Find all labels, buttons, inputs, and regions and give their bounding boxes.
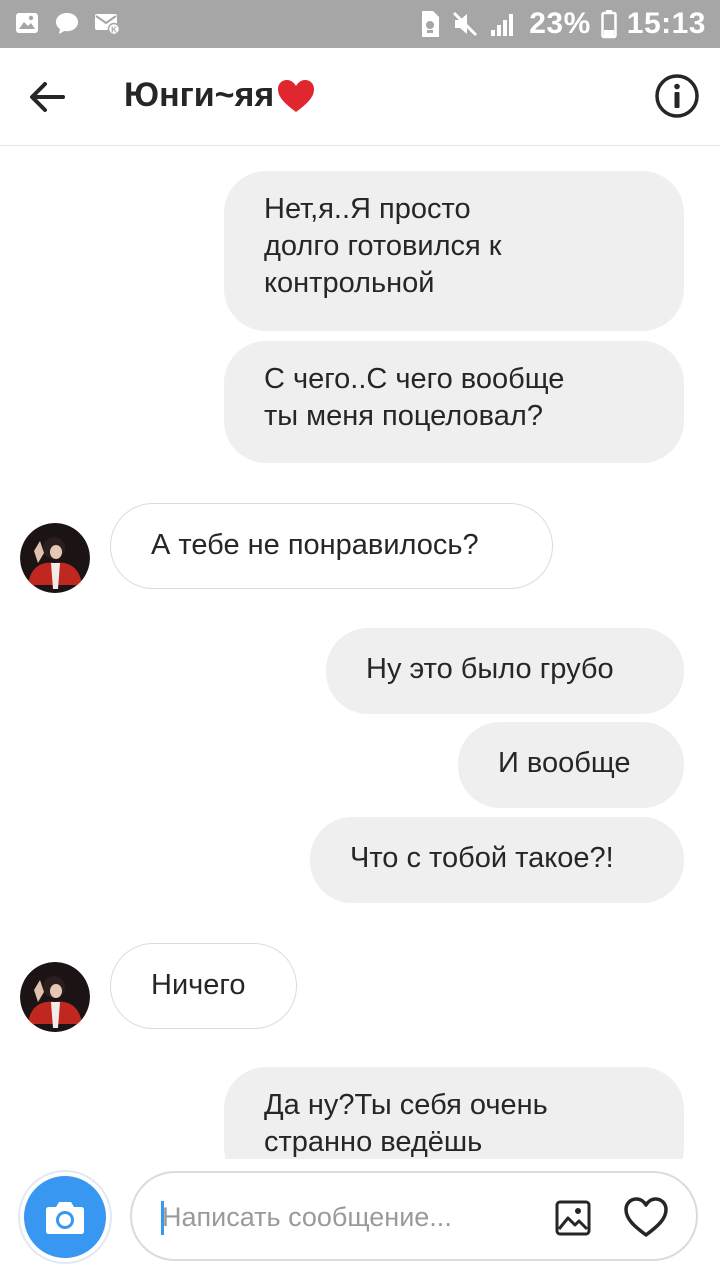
gallery-icon[interactable] xyxy=(554,1199,592,1237)
avatar[interactable] xyxy=(20,962,90,1032)
message-bubble-outgoing[interactable]: И вообще xyxy=(458,722,684,808)
system-indicators: 23% 15:13 xyxy=(419,6,706,42)
message-text: Нет,я..Я просто xyxy=(264,193,471,225)
battery-percent: 23% xyxy=(529,7,591,40)
message-bubble-outgoing[interactable]: Да ну?Ты себя очень странно ведёшь xyxy=(224,1067,684,1159)
camera-icon xyxy=(46,1202,84,1234)
message-text: Да ну?Ты себя очень xyxy=(264,1089,548,1121)
message-input-container[interactable] xyxy=(130,1171,698,1261)
camera-button[interactable] xyxy=(20,1172,110,1262)
message-text: Ничего xyxy=(151,969,246,1001)
message-text: контрольной xyxy=(264,267,435,299)
sim-icon xyxy=(422,11,440,37)
message-text: долго готовился к xyxy=(264,230,502,262)
conversation-name: Юнги~яя xyxy=(124,76,275,114)
message-text: Ну это было грубо xyxy=(366,653,614,685)
message-bubble-outgoing[interactable]: С чего..С чего вообще ты меня поцеловал? xyxy=(224,341,684,463)
mute-icon xyxy=(453,11,478,37)
message-text: С чего..С чего вообще xyxy=(264,363,565,395)
message-text: И вообще xyxy=(498,747,631,779)
image-icon xyxy=(16,13,38,33)
message-input[interactable] xyxy=(162,1195,492,1239)
message-list[interactable]: Нет,я..Я просто долго готовился к контро… xyxy=(0,147,720,1159)
message-text: Что с тобой такое?! xyxy=(350,842,614,874)
conversation-title[interactable]: Юнги~яя xyxy=(124,76,316,115)
message-bubble-incoming[interactable]: А тебе не понравилось? xyxy=(110,503,553,589)
message-composer xyxy=(0,1159,720,1280)
heart-icon[interactable] xyxy=(622,1195,670,1239)
message-bubble-outgoing[interactable]: Что с тобой такое?! xyxy=(310,817,684,903)
arrow-left-icon[interactable] xyxy=(26,76,68,118)
signal-icon xyxy=(491,14,514,36)
avatar[interactable] xyxy=(20,523,90,593)
chat-header: Юнги~яя xyxy=(0,48,720,146)
message-text: ты меня поцеловал? xyxy=(264,400,543,432)
battery-icon xyxy=(601,10,617,39)
status-bar: K 23% 15:13 xyxy=(0,0,720,48)
chat-icon xyxy=(56,13,78,34)
mail-icon: K xyxy=(95,14,120,36)
message-text: А тебе не понравилось? xyxy=(151,529,479,561)
info-icon[interactable] xyxy=(654,73,700,119)
notification-icons: K xyxy=(14,10,120,36)
message-bubble-outgoing[interactable]: Ну это было грубо xyxy=(326,628,684,714)
message-text: странно ведёшь xyxy=(264,1126,483,1158)
heart-emoji xyxy=(278,79,315,112)
svg-text:K: K xyxy=(111,26,117,35)
message-bubble-outgoing[interactable]: Нет,я..Я просто долго готовился к контро… xyxy=(224,171,684,331)
clock: 15:13 xyxy=(626,7,706,40)
message-bubble-incoming[interactable]: Ничего xyxy=(110,943,297,1029)
